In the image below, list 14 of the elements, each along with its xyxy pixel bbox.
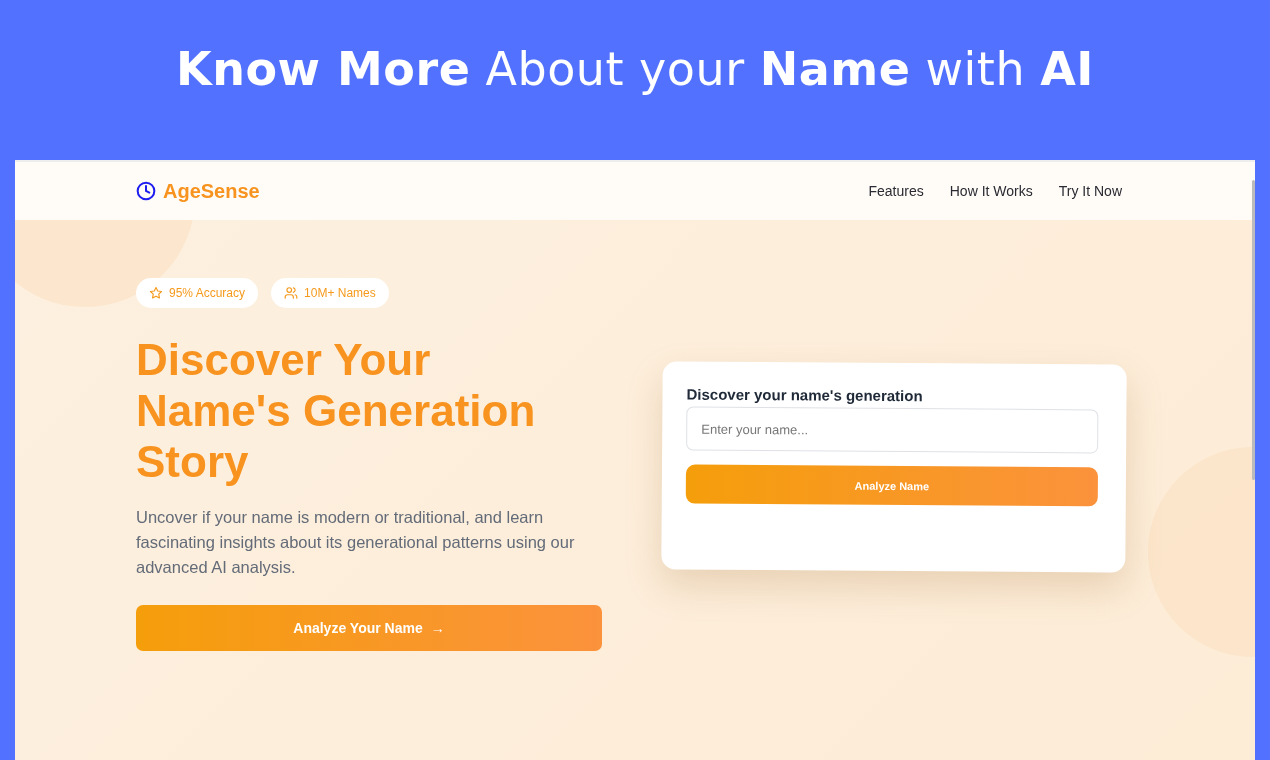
form-label: Discover your name's generation <box>686 385 924 406</box>
clock-icon <box>136 181 156 201</box>
nav-link[interactable]: How It Works <box>949 183 1033 199</box>
hero-title: Discover Your Name's Generation Story <box>136 334 537 487</box>
badge-label: 95% Accuracy <box>169 286 246 300</box>
badge-label: 10M+ Names <box>304 286 376 300</box>
nav-link[interactable]: Features <box>868 183 924 199</box>
scrollbar[interactable] <box>1252 180 1255 480</box>
nav-link[interactable]: Try It Now <box>1058 183 1122 199</box>
star-icon <box>149 286 163 300</box>
headline: Know More About your Name with AI <box>176 42 1094 96</box>
hero-description: Uncover if your name is modern or traditional, and learn fascinating insights about its generational patterns using our advanced AI analysis. <box>136 507 576 578</box>
people-icon <box>284 286 299 300</box>
name-input[interactable]: Enter your name... <box>686 406 1099 454</box>
